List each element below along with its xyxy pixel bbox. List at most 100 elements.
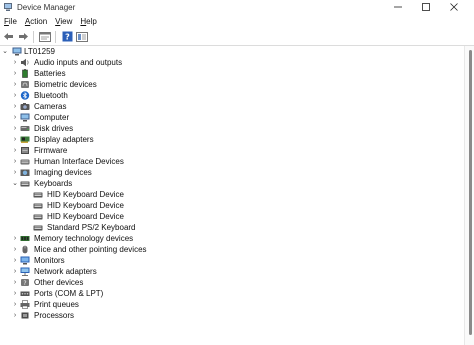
chevron-right-icon[interactable]: › <box>11 266 19 277</box>
imaging-icon <box>20 168 30 177</box>
minimize-icon <box>394 6 402 8</box>
title-bar: Device Manager <box>0 0 474 14</box>
window-controls <box>384 0 468 14</box>
category-network-adapters[interactable]: › Network adapters <box>0 266 462 277</box>
category-processors-label: Processors <box>34 311 75 320</box>
back-button[interactable] <box>1 30 15 44</box>
category-mice-and-other-pointing-devices[interactable]: › Mice and other pointing devices <box>0 244 462 255</box>
help-icon: ? <box>62 31 72 42</box>
chevron-right-icon[interactable]: › <box>11 134 19 145</box>
category-disk-drives[interactable]: › Disk drives <box>0 123 462 134</box>
category-audio-inputs-and-outputs[interactable]: › Audio inputs and outputs <box>0 57 462 68</box>
category-monitors[interactable]: › Monitors <box>0 255 462 266</box>
help-button[interactable]: ? <box>60 30 74 44</box>
category-memory-technology-devices[interactable]: › Memory technology devices <box>0 233 462 244</box>
category-memory-technology-devices-label: Memory technology devices <box>34 234 134 243</box>
device-manager-icon <box>3 2 13 12</box>
chevron-right-icon[interactable]: › <box>11 277 19 288</box>
toolbar-separator <box>33 30 34 43</box>
chevron-right-icon[interactable]: › <box>11 244 19 255</box>
category-cameras[interactable]: › Cameras <box>0 101 462 112</box>
category-processors[interactable]: › Processors <box>0 310 462 321</box>
menu-file[interactable]: File <box>0 17 21 26</box>
category-ports-com-lpt-label: Ports (COM & LPT) <box>34 289 104 298</box>
chevron-right-icon[interactable]: › <box>11 90 19 101</box>
category-keyboards[interactable]: ⌄ Keyboards <box>0 178 462 189</box>
category-imaging-devices-label: Imaging devices <box>34 168 92 177</box>
chevron-right-icon[interactable]: › <box>11 233 19 244</box>
other-devices-icon: ? <box>20 278 30 287</box>
chevron-right-icon[interactable]: › <box>11 145 19 156</box>
category-firmware[interactable]: › Firmware <box>0 145 462 156</box>
chevron-right-icon[interactable]: › <box>11 255 19 266</box>
category-bluetooth[interactable]: › Bluetooth <box>0 90 462 101</box>
category-other-devices[interactable]: ›? Other devices <box>0 277 462 288</box>
device-item[interactable]: HID Keyboard Device <box>0 200 462 211</box>
chevron-down-icon[interactable]: ⌄ <box>11 178 19 189</box>
fingerprint-icon <box>20 80 30 89</box>
maximize-button[interactable] <box>412 0 440 14</box>
category-other-devices-label: Other devices <box>34 278 84 287</box>
category-keyboards-label: Keyboards <box>34 179 73 188</box>
toolbar: ? <box>0 28 474 46</box>
scrollbar-thumb[interactable] <box>469 50 472 335</box>
forward-button[interactable] <box>16 30 30 44</box>
category-display-adapters[interactable]: › Display adapters <box>0 134 462 145</box>
device-item[interactable]: HID Keyboard Device <box>0 211 462 222</box>
chevron-right-icon[interactable]: › <box>11 68 19 79</box>
device-item[interactable]: Standard PS/2 Keyboard <box>0 222 462 233</box>
computer-icon <box>12 47 22 56</box>
window-title: Device Manager <box>17 2 76 12</box>
device-item[interactable]: HID Keyboard Device <box>0 189 462 200</box>
category-computer-label: Computer <box>34 113 70 122</box>
chevron-right-icon[interactable]: › <box>11 123 19 134</box>
category-cameras-label: Cameras <box>34 102 67 111</box>
forward-arrow-icon <box>18 33 28 40</box>
category-print-queues-label: Print queues <box>34 300 79 309</box>
minimize-button[interactable] <box>384 0 412 14</box>
keyboard-device-icon <box>33 201 43 210</box>
chevron-right-icon[interactable]: › <box>11 57 19 68</box>
chevron-down-icon[interactable]: ⌄ <box>1 46 9 57</box>
properties-button[interactable] <box>38 30 52 44</box>
menu-view[interactable]: View <box>51 17 76 26</box>
chevron-right-icon[interactable]: › <box>11 112 19 123</box>
svg-text:?: ? <box>65 33 70 42</box>
chevron-right-icon[interactable]: › <box>11 299 19 310</box>
category-firmware-label: Firmware <box>34 146 68 155</box>
category-imaging-devices[interactable]: › Imaging devices <box>0 167 462 178</box>
category-biometric-devices[interactable]: › Biometric devices <box>0 79 462 90</box>
maximize-icon <box>422 3 430 11</box>
category-audio-inputs-and-outputs-label: Audio inputs and outputs <box>34 58 123 67</box>
chevron-right-icon[interactable]: › <box>11 310 19 321</box>
category-ports-com-lpt[interactable]: › Ports (COM & LPT) <box>0 288 462 299</box>
category-computer[interactable]: › Computer <box>0 112 462 123</box>
category-human-interface-devices[interactable]: › Human Interface Devices <box>0 156 462 167</box>
chevron-right-icon[interactable]: › <box>11 101 19 112</box>
menu-action[interactable]: Action <box>21 17 51 26</box>
close-button[interactable] <box>440 0 468 14</box>
chevron-right-icon[interactable]: › <box>11 167 19 178</box>
category-disk-drives-label: Disk drives <box>34 124 74 133</box>
category-print-queues[interactable]: › Print queues <box>0 299 462 310</box>
battery-icon <box>20 69 30 78</box>
menu-help[interactable]: Help <box>76 17 100 26</box>
back-arrow-icon <box>3 33 13 40</box>
root-label: LT01259 <box>24 47 55 56</box>
chevron-right-icon[interactable]: › <box>11 288 19 299</box>
device-tree[interactable]: ⌄ LT01259 › Audio inputs and outputs › Batt… <box>0 46 462 345</box>
category-batteries[interactable]: › Batteries <box>0 68 462 79</box>
chevron-right-icon[interactable]: › <box>11 156 19 167</box>
vertical-scrollbar[interactable] <box>464 46 474 345</box>
tree-root[interactable]: ⌄ LT01259 <box>0 46 462 57</box>
device-item-label: Standard PS/2 Keyboard <box>47 223 136 232</box>
keyboard-icon <box>20 179 30 188</box>
show-hidden-button[interactable] <box>75 30 89 44</box>
keyboard-device-icon <box>33 190 43 199</box>
processor-icon <box>20 311 30 320</box>
chevron-right-icon[interactable]: › <box>11 79 19 90</box>
view-icon <box>76 31 88 42</box>
device-item-label: HID Keyboard Device <box>47 212 124 221</box>
disk-drive-icon <box>20 124 30 133</box>
category-human-interface-devices-label: Human Interface Devices <box>34 157 124 166</box>
